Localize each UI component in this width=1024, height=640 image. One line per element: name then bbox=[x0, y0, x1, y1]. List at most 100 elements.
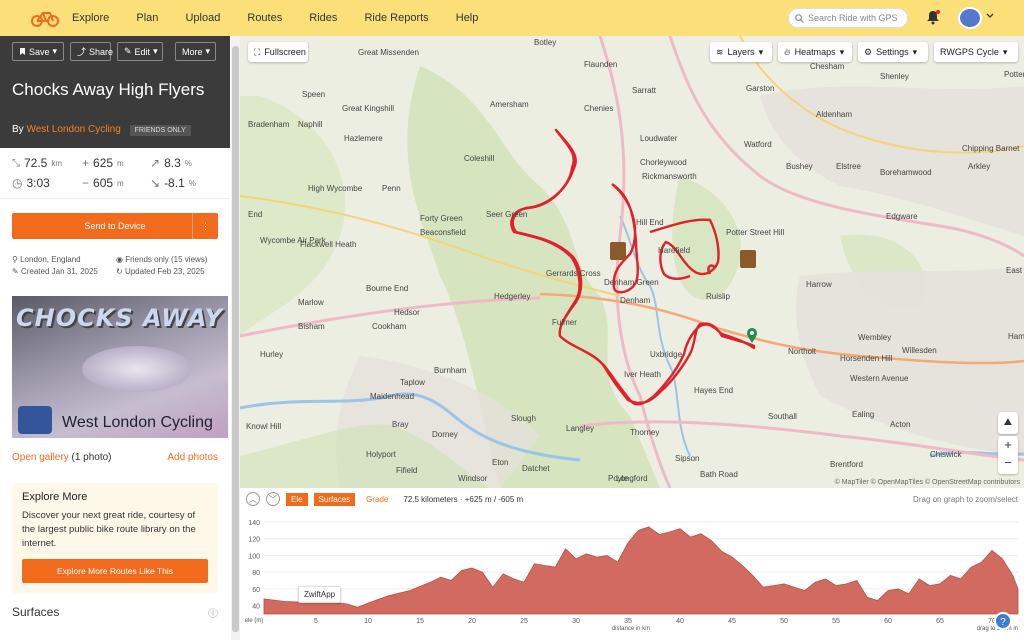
x-axis-label: distance in km bbox=[612, 626, 650, 632]
privacy-value: Friends only (15 views) bbox=[125, 255, 208, 264]
heatmaps-button[interactable]: 🔥︎ Heatmaps ▾ bbox=[778, 42, 852, 62]
kebab-menu-icon[interactable]: ⋮ bbox=[192, 213, 218, 239]
share-label: Share bbox=[89, 46, 114, 57]
place-label: Denham Green bbox=[604, 278, 659, 287]
elevation-chart[interactable]: 140 120 100 80 60 40 5 10 15 20 25 30 35 40 45 50 55 60 65… bbox=[240, 488, 1024, 640]
map-attribution[interactable]: © MapTiler © OpenMapTiles © OpenStreetMa… bbox=[835, 479, 1020, 486]
zoom-controls: + − bbox=[998, 436, 1018, 474]
route-map[interactable]: ⛶ Fullscreen ≋ Layers ▾ 🔥︎ Heatmaps ▾ ⚙ … bbox=[240, 36, 1024, 488]
location-text: ⚲ London, England bbox=[12, 255, 116, 264]
updated-text: ↻ Updated Feb 23, 2025 bbox=[116, 267, 226, 276]
search-placeholder: Search Ride with GPS bbox=[808, 13, 898, 23]
help-icon[interactable]: ? bbox=[994, 612, 1012, 630]
place-label: Ealing bbox=[852, 410, 875, 419]
route-sidebar: Save ▾ ⤴ Share ✎ Edit ▾ More ▾ Chocks Aw… bbox=[0, 36, 230, 640]
author-link[interactable]: West London Cycling bbox=[26, 124, 120, 135]
settings-button[interactable]: ⚙ Settings ▾ bbox=[858, 42, 928, 62]
user-avatar[interactable] bbox=[958, 7, 982, 29]
place-label: Willesden bbox=[902, 346, 937, 355]
fullscreen-button[interactable]: ⛶ Fullscreen bbox=[248, 42, 308, 62]
more-button[interactable]: More ▾ bbox=[175, 42, 216, 61]
poi-cafe-icon[interactable] bbox=[740, 250, 756, 268]
search-input[interactable]: Search Ride with GPS bbox=[788, 8, 908, 28]
route-author-line: By West London Cycling FRIENDS ONLY bbox=[12, 124, 191, 136]
place-label: Edgware bbox=[886, 212, 918, 221]
place-label: Western Avenue bbox=[850, 374, 909, 383]
bicycle-logo-icon[interactable] bbox=[30, 8, 60, 28]
open-gallery-link[interactable]: Open gallery bbox=[12, 452, 69, 463]
x-tick-label: 65 bbox=[936, 618, 944, 625]
place-label: Fulmer bbox=[552, 318, 577, 327]
layers-label: Layers bbox=[727, 47, 755, 57]
place-label: Longford bbox=[616, 474, 648, 483]
place-label: Hedsor bbox=[394, 308, 420, 317]
chevron-down-icon: ▾ bbox=[839, 46, 845, 57]
edit-button[interactable]: ✎ Edit ▾ bbox=[117, 42, 163, 61]
place-label: Knowl Hill bbox=[246, 422, 282, 431]
place-label: Borehamwood bbox=[880, 168, 932, 177]
place-label: Southall bbox=[768, 412, 797, 421]
x-tick-label: 30 bbox=[572, 618, 580, 625]
y-tick-label: 40 bbox=[252, 604, 260, 611]
map-type-toggle[interactable]: ⛰ bbox=[998, 412, 1018, 434]
chevron-down-icon: ▾ bbox=[758, 46, 764, 57]
bookmark-icon bbox=[19, 48, 25, 55]
club-logo-icon bbox=[18, 406, 52, 434]
route-meta: ⚲ London, England ◉ Friends only (15 vie… bbox=[12, 255, 218, 276]
pencil-icon: ✎ bbox=[124, 46, 132, 56]
nav-rides[interactable]: Rides bbox=[309, 12, 337, 24]
zwiftapp-marker[interactable]: ZwiftApp bbox=[298, 586, 342, 603]
zoom-out-button[interactable]: − bbox=[998, 454, 1018, 472]
place-label: Denham bbox=[620, 296, 651, 305]
heatmaps-label: Heatmaps bbox=[794, 47, 836, 57]
nav-upload[interactable]: Upload bbox=[185, 12, 220, 24]
place-label: Datchet bbox=[522, 464, 550, 473]
chevron-down-icon[interactable] bbox=[986, 13, 994, 19]
sidebar-scrollbar-thumb[interactable] bbox=[232, 46, 239, 632]
info-icon[interactable]: ⓘ bbox=[208, 605, 218, 620]
place-label: Harrow bbox=[806, 280, 832, 289]
place-label: High Wycombe bbox=[308, 184, 363, 193]
share-button[interactable]: ⤴ Share bbox=[70, 42, 114, 61]
edit-label: Edit bbox=[134, 46, 151, 57]
route-title: Chocks Away High Flyers bbox=[12, 80, 205, 99]
nav-explore[interactable]: Explore bbox=[72, 12, 109, 24]
map-style-select[interactable]: RWGPS Cycle ▾ bbox=[934, 42, 1018, 62]
place-label: Bradenham bbox=[248, 120, 290, 129]
place-label: Chesham bbox=[810, 62, 845, 71]
nav-plan[interactable]: Plan bbox=[136, 12, 158, 24]
top-navigation-bar: Explore Plan Upload Routes Rides Ride Re… bbox=[0, 0, 1024, 36]
grade-down-unit: % bbox=[188, 178, 196, 188]
place-label: Hazlemere bbox=[344, 134, 383, 143]
stat-gain: + 625 m bbox=[82, 156, 150, 170]
place-label: Eton bbox=[492, 458, 509, 467]
place-label: Wembley bbox=[858, 333, 892, 342]
place-label: Dorney bbox=[432, 430, 458, 439]
minus-icon: − bbox=[82, 176, 90, 190]
layers-button[interactable]: ≋ Layers ▾ bbox=[710, 42, 772, 62]
send-to-device-button[interactable]: Send to Device ⋮ bbox=[12, 213, 218, 239]
nav-routes[interactable]: Routes bbox=[247, 12, 282, 24]
nav-ride-reports[interactable]: Ride Reports bbox=[364, 12, 428, 24]
save-button[interactable]: Save ▾ bbox=[12, 42, 64, 61]
place-label: Hill End bbox=[636, 218, 664, 227]
route-photo[interactable]: CHOCKS AWAY West London Cycling bbox=[12, 296, 228, 438]
start-marker-icon[interactable] bbox=[746, 328, 758, 344]
notification-bell-icon[interactable] bbox=[926, 10, 940, 25]
map-pin-icon: ⚲ bbox=[12, 255, 18, 264]
clock-icon: ◷ bbox=[12, 176, 23, 190]
nav-help[interactable]: Help bbox=[456, 12, 479, 24]
place-label: Holyport bbox=[366, 450, 396, 459]
main-nav: Explore Plan Upload Routes Rides Ride Re… bbox=[72, 12, 502, 24]
explore-more-button[interactable]: Explore More Routes Like This bbox=[22, 559, 208, 583]
grade-up-unit: % bbox=[184, 158, 192, 168]
place-label: Great Kingshill bbox=[342, 104, 395, 113]
add-photos-link[interactable]: Add photos bbox=[167, 452, 218, 463]
place-label: Thorney bbox=[630, 428, 660, 437]
place-label: Garston bbox=[746, 84, 775, 93]
poi-cafe-icon[interactable] bbox=[610, 242, 626, 260]
x-tick-label: 60 bbox=[884, 618, 892, 625]
place-label: Forty Green bbox=[420, 214, 463, 223]
zoom-in-button[interactable]: + bbox=[998, 436, 1018, 454]
grade-down-value: -8.1 bbox=[164, 176, 185, 190]
